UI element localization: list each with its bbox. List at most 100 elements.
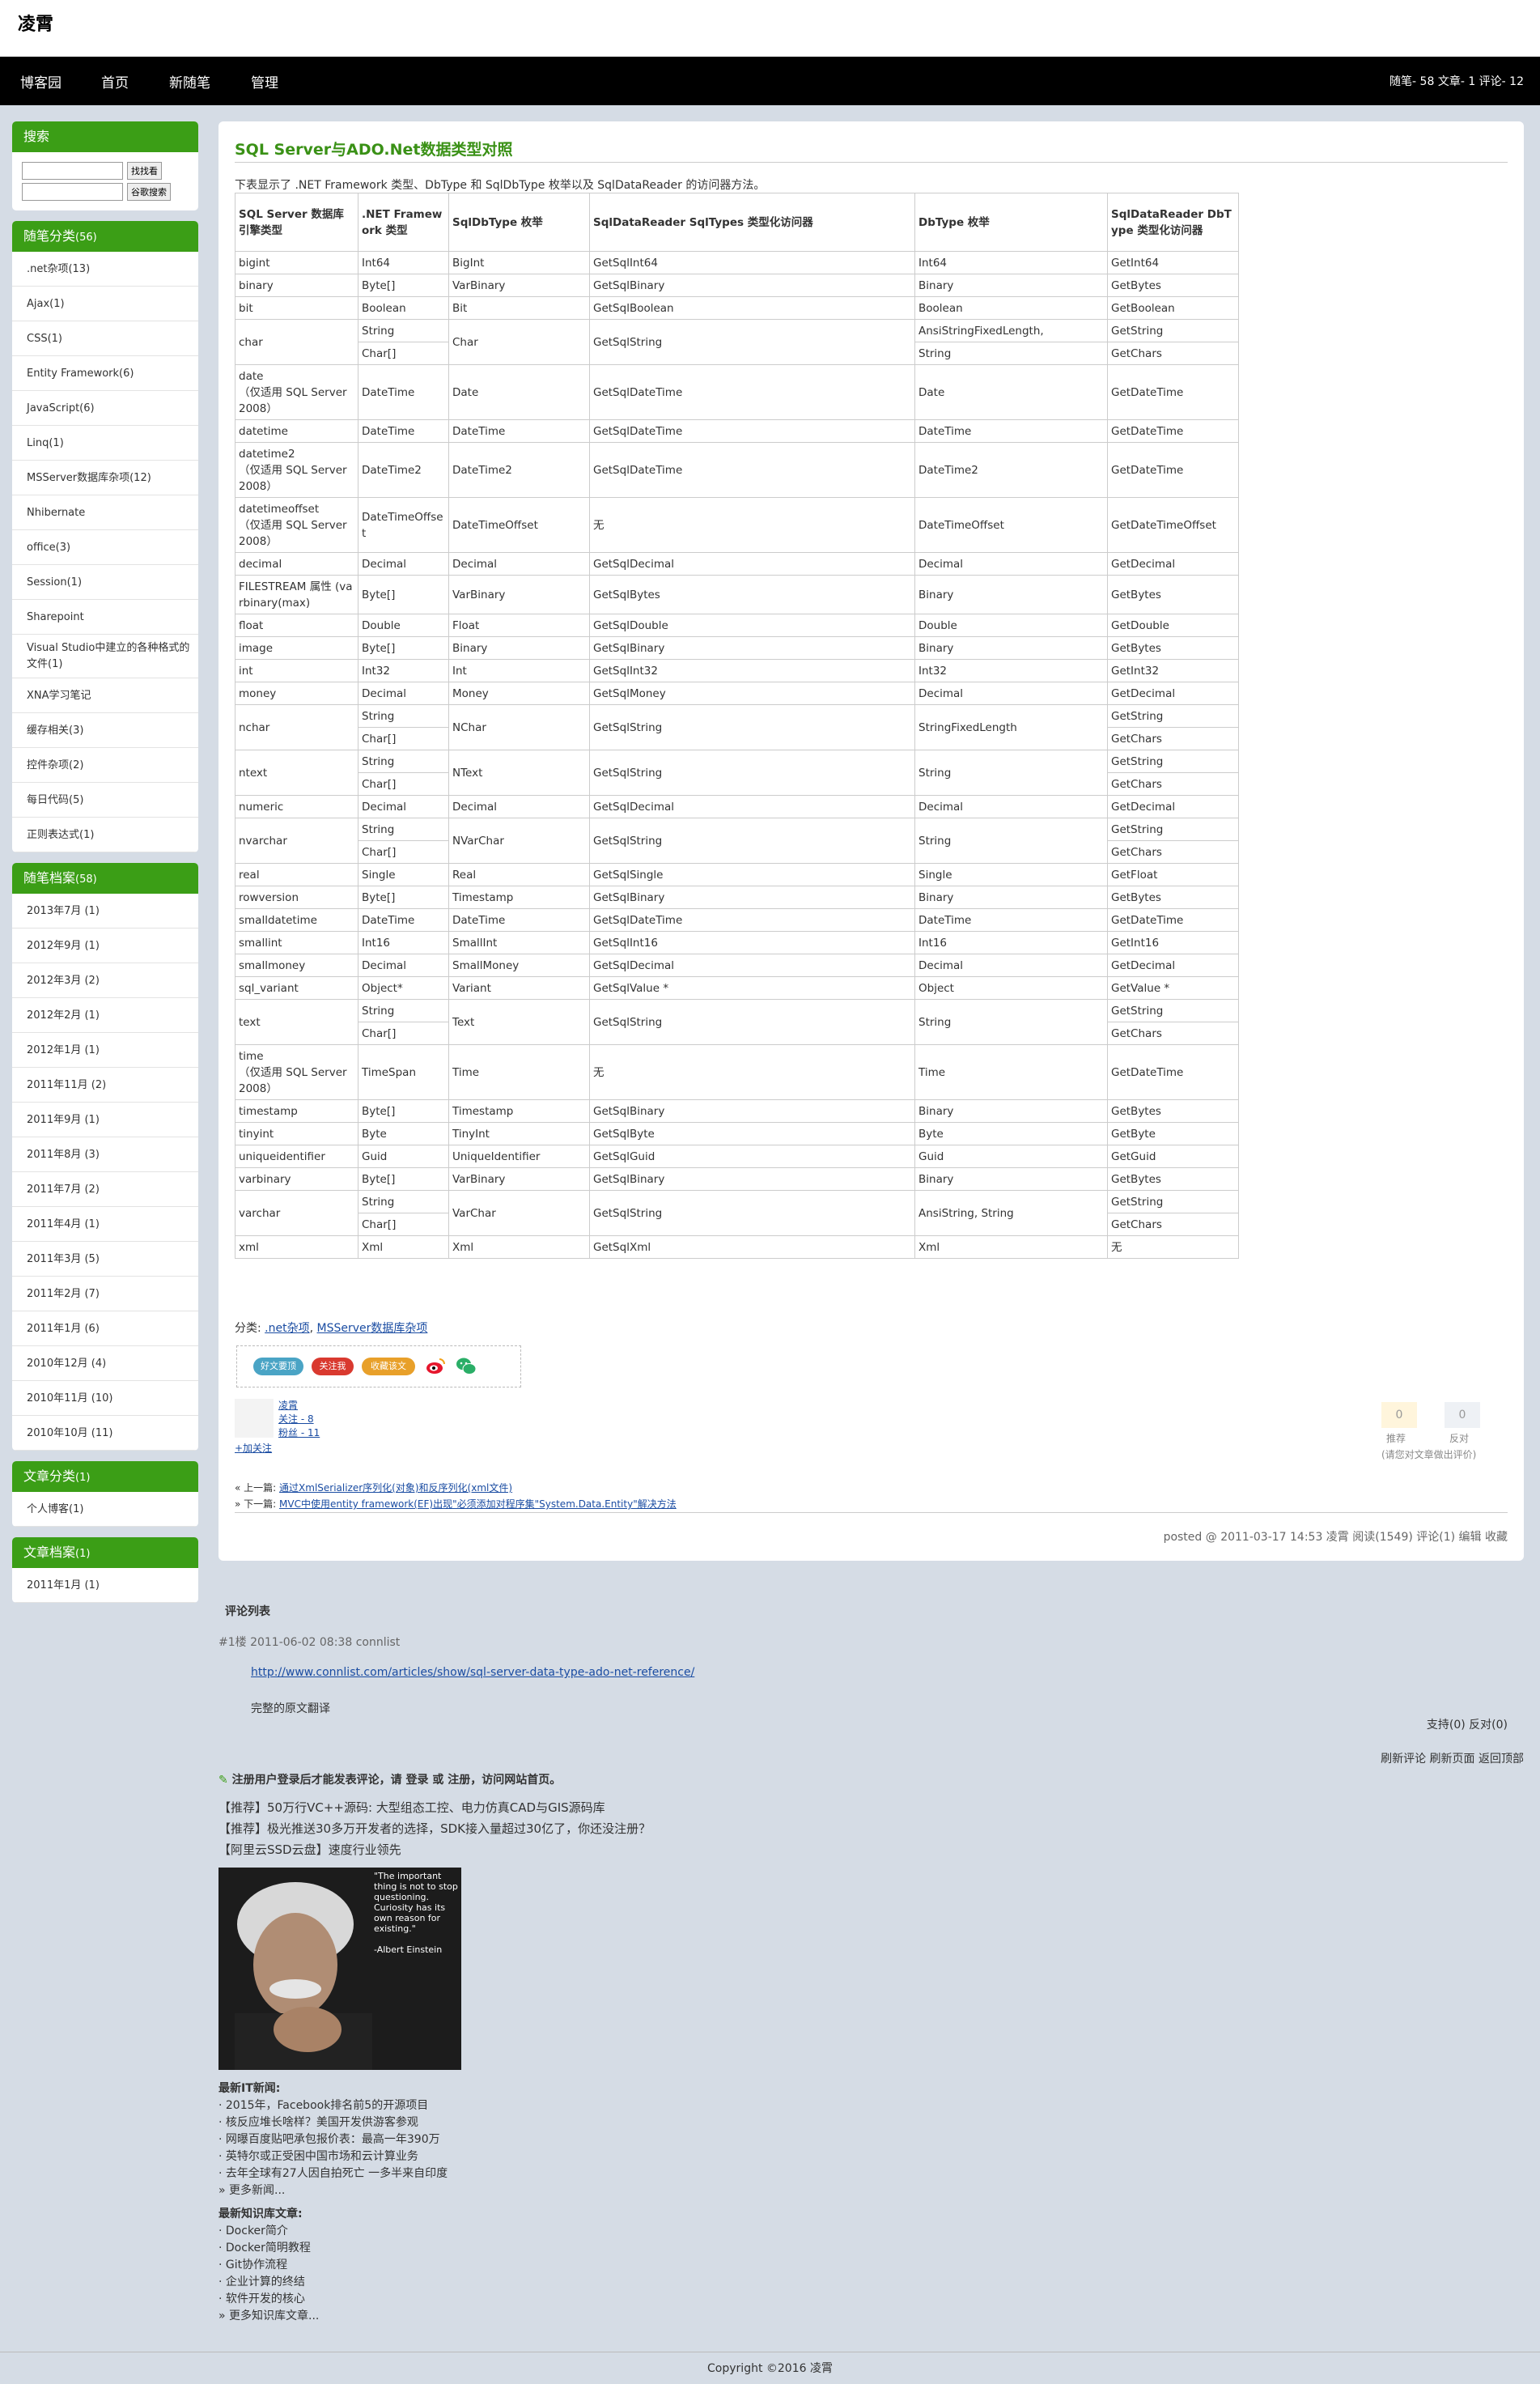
archive-item[interactable]: 2011年11月 (2) — [12, 1068, 198, 1103]
author-fans[interactable]: 粉丝 - 11 — [278, 1426, 320, 1440]
comment-actions[interactable]: 刷新评论 刷新页面 返回顶部 — [1381, 1750, 1524, 1766]
archive-item[interactable]: 2013年7月 (1) — [12, 894, 198, 929]
archive-item[interactable]: 2010年11月 (10) — [12, 1381, 198, 1416]
article-archive-panel: 文章档案(1) 2011年1月 (1) — [12, 1537, 198, 1603]
table-cell: GetSqlString — [589, 704, 915, 750]
table-cell: String — [914, 342, 1108, 365]
kb-item[interactable]: · Docker简明教程 — [218, 2240, 448, 2257]
category-item[interactable]: Nhibernate — [12, 495, 198, 530]
category-item[interactable]: 正则表达式(1) — [12, 818, 198, 852]
comment-vote[interactable]: 支持(0) 反对(0) — [1427, 1716, 1508, 1732]
news-item[interactable]: · 核反应堆长啥样？美国开发供游客参观 — [218, 2114, 448, 2131]
table-cell: DateTime — [914, 908, 1108, 932]
author-follow[interactable]: 关注 - 8 — [278, 1413, 320, 1426]
author-name[interactable]: 凌霄 — [278, 1399, 320, 1413]
category-item[interactable]: Linq(1) — [12, 426, 198, 461]
kb-item[interactable]: » 更多知识库文章... — [218, 2308, 448, 2325]
archive-item[interactable]: 2011年3月 (5) — [12, 1242, 198, 1277]
kb-item[interactable]: · Git协作流程 — [218, 2257, 448, 2274]
search-button[interactable]: 找找看 — [127, 162, 162, 180]
table-cell: Decimal — [448, 552, 590, 576]
vote-up-label[interactable]: 推荐 — [1386, 1431, 1406, 1445]
table-cell: text — [235, 999, 358, 1045]
follow-button[interactable]: 关注我 — [312, 1358, 354, 1375]
archive-item[interactable]: 2011年8月 (3) — [12, 1137, 198, 1172]
news-item[interactable]: · 2015年，Facebook排名前5的开源项目 — [218, 2097, 448, 2114]
ad-link-3[interactable]: 【阿里云SSD云盘】速度行业领先 — [218, 1839, 651, 1860]
ad-link-1[interactable]: 【推荐】50万行VC++源码: 大型组态工控、电力仿真CAD与GIS源码库 — [218, 1797, 651, 1818]
category-item[interactable]: MSServer数据库杂项(12) — [12, 461, 198, 495]
table-cell: AnsiString, String — [914, 1190, 1108, 1236]
google-search-input[interactable] — [22, 183, 123, 201]
vote-up-count[interactable]: 0 — [1381, 1402, 1417, 1428]
table-header-cell: SqlDataReader SqlTypes 类型化访问器 — [589, 193, 915, 252]
nav-item-new-post[interactable]: 新随笔 — [169, 71, 210, 91]
vote-down-count[interactable]: 0 — [1445, 1402, 1480, 1428]
table-row: time （仅适用 SQL Server 2008） TimeSpan Time 无 T… — [235, 1044, 1239, 1100]
prev-post-link[interactable]: 通过XmlSerializer序列化(对象)和反序列化(xml文件) — [279, 1482, 512, 1494]
wechat-icon[interactable] — [456, 1356, 477, 1377]
archive-item[interactable]: 2010年10月 (11) — [12, 1416, 198, 1451]
news-item[interactable]: · 去年全球有27人因自拍死亡 一多半来自印度 — [218, 2165, 448, 2182]
ad-link-2[interactable]: 【推荐】极光推送30多万开发者的选择，SDK接入量超过30亿了，你还没注册？ — [218, 1818, 651, 1839]
article-category-item[interactable]: 个人博客(1) — [12, 1492, 198, 1527]
news-item[interactable]: · 网曝百度贴吧承包报价表：最高一年390万 — [218, 2131, 448, 2148]
favorite-button[interactable]: 收藏该文 — [362, 1358, 415, 1375]
news-title: 最新IT新闻: — [218, 2082, 281, 2095]
table-cell: time （仅适用 SQL Server 2008） — [235, 1044, 358, 1100]
category-item[interactable]: Entity Framework(6) — [12, 356, 198, 391]
category-item[interactable]: 每日代码(5) — [12, 783, 198, 818]
vote-down-label[interactable]: 反对 — [1449, 1431, 1469, 1445]
category-link-msserver[interactable]: MSServer数据库杂项 — [317, 1322, 428, 1335]
category-item[interactable]: Ajax(1) — [12, 287, 198, 321]
archive-item[interactable]: 2012年2月 (1) — [12, 998, 198, 1033]
category-item[interactable]: Sharepoint — [12, 600, 198, 635]
kb-item[interactable]: · Docker简介 — [218, 2223, 448, 2240]
add-follow-link[interactable]: +加关注 — [235, 1441, 272, 1455]
category-item[interactable]: XNA学习笔记 — [12, 678, 198, 713]
category-item[interactable]: JavaScript(6) — [12, 391, 198, 426]
archive-item[interactable]: 2011年2月 (7) — [12, 1277, 198, 1311]
category-item[interactable]: .net杂项(13) — [12, 252, 198, 287]
table-cell: Timestamp — [448, 886, 590, 909]
table-cell: DateTime — [358, 364, 449, 420]
archive-item[interactable]: 2011年9月 (1) — [12, 1103, 198, 1137]
blog-title[interactable]: 凌霄 — [18, 10, 53, 36]
archive-item[interactable]: 2011年1月 (6) — [12, 1311, 198, 1346]
digg-button[interactable]: 好文要顶 — [253, 1358, 303, 1375]
nav-item-cnblogs[interactable]: 博客园 — [20, 71, 62, 91]
kb-item[interactable]: · 软件开发的核心 — [218, 2291, 448, 2308]
weibo-icon[interactable] — [425, 1356, 446, 1377]
comment-link[interactable]: http://www.connlist.com/articles/show/sq… — [251, 1666, 694, 1679]
share-bar: 好文要顶 关注我 收藏该文 — [236, 1345, 521, 1387]
category-item[interactable]: CSS(1) — [12, 321, 198, 356]
archive-item[interactable]: 2012年3月 (2) — [12, 963, 198, 998]
table-cell: Byte[] — [358, 886, 449, 909]
article-archive-item[interactable]: 2011年1月 (1) — [12, 1568, 198, 1603]
category-link-net[interactable]: .net杂项 — [265, 1322, 309, 1335]
nav-item-home[interactable]: 首页 — [101, 71, 129, 91]
avatar[interactable] — [235, 1399, 274, 1438]
category-item[interactable]: 控件杂项(2) — [12, 748, 198, 783]
news-item[interactable]: » 更多新闻... — [218, 2182, 448, 2199]
category-item[interactable]: Session(1) — [12, 565, 198, 600]
archive-item[interactable]: 2011年7月 (2) — [12, 1172, 198, 1207]
search-input[interactable] — [22, 162, 123, 180]
google-search-button[interactable]: 谷歌搜索 — [127, 183, 171, 201]
type-mapping-table: SQL Server 数据库引擎类型 .NET Framework 类型 SqlDb… — [235, 193, 1239, 1259]
table-cell: DateTimeOffset — [358, 497, 449, 553]
category-item[interactable]: 缓存相关(3) — [12, 713, 198, 748]
archive-item[interactable]: 2012年1月 (1) — [12, 1033, 198, 1068]
next-post-link[interactable]: MVC中使用entity framework(EF)出现"必须添加对程序集"Sy… — [279, 1498, 677, 1510]
kb-item[interactable]: · 企业计算的终结 — [218, 2274, 448, 2291]
archive-item[interactable]: 2012年9月 (1) — [12, 929, 198, 963]
nav-item-manage[interactable]: 管理 — [251, 71, 278, 91]
post-title[interactable]: SQL Server与ADO.Net数据类型对照 — [235, 138, 512, 159]
category-item[interactable]: office(3) — [12, 530, 198, 565]
einstein-ad-image[interactable]: "The important thing is not to stop ques… — [218, 1868, 461, 2070]
table-cell: GetSqlDouble — [589, 614, 915, 637]
archive-item[interactable]: 2011年4月 (1) — [12, 1207, 198, 1242]
news-item[interactable]: · 英特尔或正受困中国市场和云计算业务 — [218, 2148, 448, 2165]
category-item[interactable]: Visual Studio中建立的各种格式的文件(1) — [12, 635, 198, 678]
archive-item[interactable]: 2010年12月 (4) — [12, 1346, 198, 1381]
